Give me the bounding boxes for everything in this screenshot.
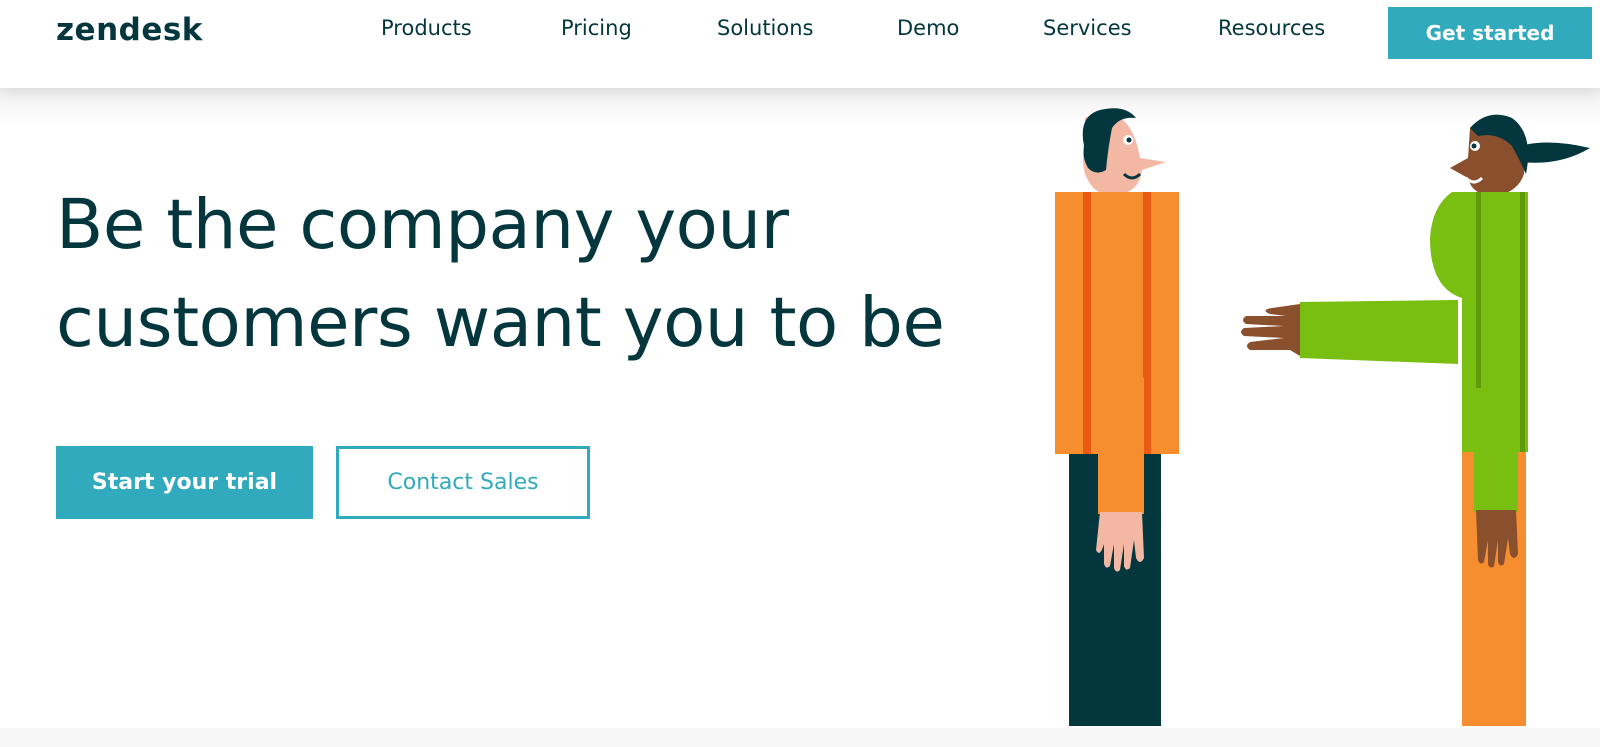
get-started-button[interactable]: Get started [1388, 7, 1592, 59]
start-trial-button[interactable]: Start your trial [56, 446, 313, 519]
zendesk-logo[interactable]: zendesk [56, 12, 203, 48]
nav-pricing[interactable]: Pricing [561, 16, 632, 40]
nav-demo[interactable]: Demo [897, 16, 959, 40]
contact-sales-button[interactable]: Contact Sales [336, 446, 590, 519]
hero-illustration [1055, 108, 1590, 726]
nav-products[interactable]: Products [381, 16, 472, 40]
nav-solutions[interactable]: Solutions [717, 16, 814, 40]
hero-headline: Be the company your customers want you t… [56, 185, 945, 363]
top-navigation-bar: zendesk Products Pricing Solutions Demo … [0, 0, 1600, 88]
nav-resources[interactable]: Resources [1218, 16, 1325, 40]
illustration-person-left [1055, 108, 1179, 726]
page-bottom-strip [0, 728, 1600, 747]
illustration-person-right [1241, 114, 1590, 726]
nav-services[interactable]: Services [1043, 16, 1132, 40]
